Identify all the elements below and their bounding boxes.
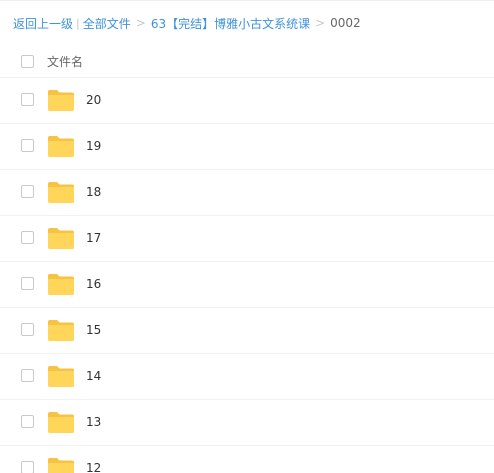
folder-name[interactable]: 13 — [86, 415, 101, 429]
folder-name[interactable]: 12 — [86, 461, 101, 473]
folder-name[interactable]: 17 — [86, 231, 101, 245]
folder-icon — [47, 411, 75, 434]
breadcrumb-separator: > — [135, 16, 146, 30]
top-divider — [0, 0, 494, 1]
row-checkbox[interactable] — [21, 185, 34, 198]
table-header: 文件名 — [0, 45, 494, 78]
table-row[interactable]: 19 — [0, 124, 494, 170]
folder-icon — [47, 273, 75, 296]
column-header-filename[interactable]: 文件名 — [47, 53, 83, 70]
row-checkbox[interactable] — [21, 231, 34, 244]
row-checkbox[interactable] — [21, 415, 34, 428]
row-checkbox[interactable] — [21, 277, 34, 290]
row-checkbox[interactable] — [21, 93, 34, 106]
current-folder: 0002 — [330, 16, 361, 30]
folder-icon — [47, 135, 75, 158]
folder-icon — [47, 457, 75, 473]
row-checkbox[interactable] — [21, 139, 34, 152]
all-files-link[interactable]: 全部文件 — [83, 15, 131, 32]
table-row[interactable]: 12 — [0, 446, 494, 473]
row-checkbox[interactable] — [21, 369, 34, 382]
folder-name[interactable]: 20 — [86, 93, 101, 107]
breadcrumb-divider: | — [76, 16, 80, 30]
folder-name[interactable]: 18 — [86, 185, 101, 199]
folder-name[interactable]: 19 — [86, 139, 101, 153]
folder-name[interactable]: 15 — [86, 323, 101, 337]
table-row[interactable]: 20 — [0, 78, 494, 124]
table-row[interactable]: 16 — [0, 262, 494, 308]
folder-icon — [47, 181, 75, 204]
folder-name[interactable]: 14 — [86, 369, 101, 383]
table-row[interactable]: 15 — [0, 308, 494, 354]
folder-icon — [47, 365, 75, 388]
back-link[interactable]: 返回上一级 — [13, 15, 73, 32]
table-row[interactable]: 14 — [0, 354, 494, 400]
table-row[interactable]: 17 — [0, 216, 494, 262]
parent-folder-link[interactable]: 63【完结】博雅小古文系统课 — [151, 15, 310, 32]
table-row[interactable]: 18 — [0, 170, 494, 216]
folder-icon — [47, 319, 75, 342]
select-all-checkbox[interactable] — [21, 54, 34, 68]
row-checkbox[interactable] — [21, 461, 34, 473]
folder-name[interactable]: 16 — [86, 277, 101, 291]
row-checkbox[interactable] — [21, 323, 34, 336]
folder-icon — [47, 227, 75, 250]
file-list: 20 19 18 17 16 15 14 13 12 — [0, 78, 494, 473]
breadcrumb: 返回上一级 | 全部文件 > 63【完结】博雅小古文系统课 > 0002 — [13, 14, 361, 32]
breadcrumb-separator: > — [315, 16, 326, 30]
file-browser: 返回上一级 | 全部文件 > 63【完结】博雅小古文系统课 > 0002 文件名… — [0, 0, 494, 473]
table-row[interactable]: 13 — [0, 400, 494, 446]
folder-icon — [47, 89, 75, 112]
